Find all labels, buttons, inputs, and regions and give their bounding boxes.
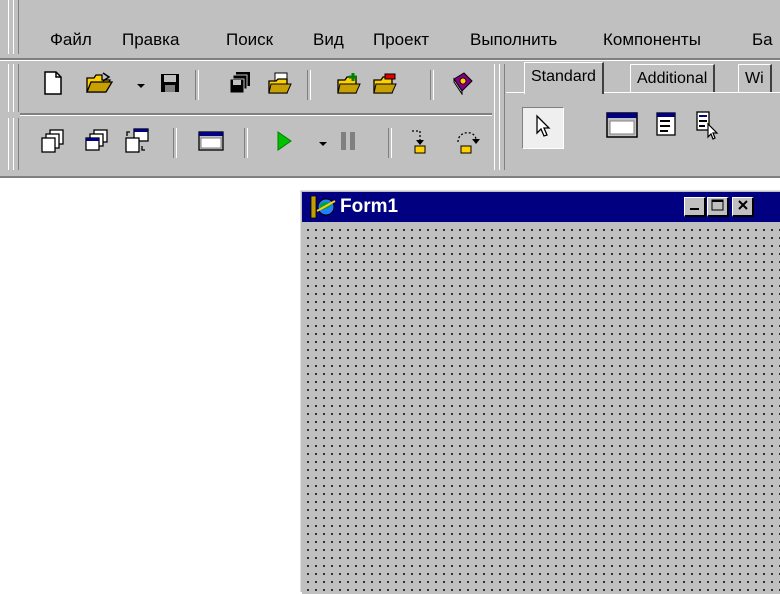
save-all-button[interactable]: [225, 70, 255, 100]
component-palette: Standard Additional Wi: [506, 62, 780, 176]
view-form-button[interactable]: [82, 128, 112, 158]
tab-win32[interactable]: Wi: [738, 64, 772, 92]
menu-bar: Файл Правка Поиск Вид Проект Выполнить К…: [0, 0, 780, 58]
frames-component[interactable]: [602, 107, 642, 147]
remove-from-project-button[interactable]: [370, 70, 400, 100]
toolbar-grip-2: [13, 64, 19, 112]
palette-body: [506, 92, 780, 177]
menu-run[interactable]: Выполнить: [470, 27, 557, 53]
mainmenu-icon: [654, 111, 678, 144]
close-icon: [737, 198, 749, 216]
menu-view[interactable]: Вид: [313, 27, 344, 53]
toolbar-separator: [244, 128, 248, 158]
toggle-form-unit-button[interactable]: [122, 127, 152, 159]
save-icon: [159, 72, 181, 99]
toolbar-grip-2: [13, 118, 19, 170]
close-button[interactable]: [732, 197, 754, 217]
form-design-surface[interactable]: [302, 224, 780, 594]
run-icon: [272, 129, 294, 158]
ide-main-window: Файл Правка Поиск Вид Проект Выполнить К…: [0, 0, 780, 178]
help-button[interactable]: [448, 70, 478, 100]
pointer-tool[interactable]: [522, 107, 564, 149]
mainmenu-component[interactable]: [646, 107, 686, 147]
minimize-button[interactable]: [684, 197, 706, 217]
menu-file[interactable]: Файл: [50, 27, 92, 53]
run-dropdown-arrow[interactable]: [319, 142, 327, 146]
view-unit-button[interactable]: [38, 128, 68, 158]
view-unit-icon: [41, 128, 65, 158]
run-button[interactable]: [268, 128, 298, 158]
step-over-button[interactable]: [452, 128, 482, 158]
menu-edit[interactable]: Правка: [122, 27, 179, 53]
trace-into-button[interactable]: [405, 128, 435, 158]
open-dropdown-arrow[interactable]: [137, 84, 145, 88]
save-button[interactable]: [155, 70, 185, 100]
menu-component[interactable]: Компоненты: [603, 27, 701, 53]
palette-grip-2: [499, 64, 505, 170]
delphi-app-icon[interactable]: [310, 195, 336, 224]
menu-database[interactable]: Ба: [752, 27, 773, 53]
remove-from-project-icon: [372, 71, 398, 100]
toolbar-separator: [173, 128, 177, 158]
toolbar-separator: [430, 70, 434, 100]
save-all-icon: [228, 71, 252, 100]
toolbar-row-divider: [20, 113, 492, 116]
maximize-button[interactable]: [707, 197, 729, 217]
add-to-project-button[interactable]: [334, 70, 364, 100]
menu-divider: [0, 58, 780, 61]
pause-button[interactable]: [333, 128, 363, 158]
popupmenu-component[interactable]: [688, 107, 728, 147]
tab-additional[interactable]: Additional: [630, 64, 716, 92]
new-button[interactable]: [38, 70, 68, 100]
toolbar-separator: [195, 70, 199, 100]
new-file-icon: [42, 70, 64, 100]
pointer-icon: [533, 113, 553, 143]
popupmenu-icon: [694, 110, 722, 145]
new-form-button[interactable]: [196, 128, 226, 158]
menu-grip-2: [13, 0, 19, 54]
open-project-button[interactable]: [265, 70, 295, 100]
frames-icon: [606, 111, 638, 144]
step-over-icon: [454, 128, 480, 159]
form-title: Form1: [340, 196, 399, 217]
view-form-icon: [85, 128, 109, 158]
minimize-icon: [689, 198, 701, 216]
toggle-form-unit-icon: [124, 127, 150, 159]
maximize-icon: [711, 198, 725, 216]
toolbar-separator: [307, 70, 311, 100]
open-button[interactable]: [84, 70, 114, 100]
tab-standard[interactable]: Standard: [524, 62, 604, 94]
help-book-icon: [451, 71, 475, 100]
trace-into-icon: [408, 128, 432, 159]
form-window[interactable]: Form1: [298, 188, 780, 594]
open-project-icon: [267, 71, 293, 100]
form-titlebar[interactable]: Form1: [302, 192, 780, 222]
pause-icon: [338, 129, 358, 158]
menu-project[interactable]: Проект: [373, 27, 429, 53]
open-folder-icon: [85, 71, 114, 99]
toolbar-separator: [388, 128, 392, 158]
add-to-project-icon: [336, 71, 362, 100]
new-form-icon: [198, 130, 224, 157]
menu-search[interactable]: Поиск: [226, 27, 273, 53]
